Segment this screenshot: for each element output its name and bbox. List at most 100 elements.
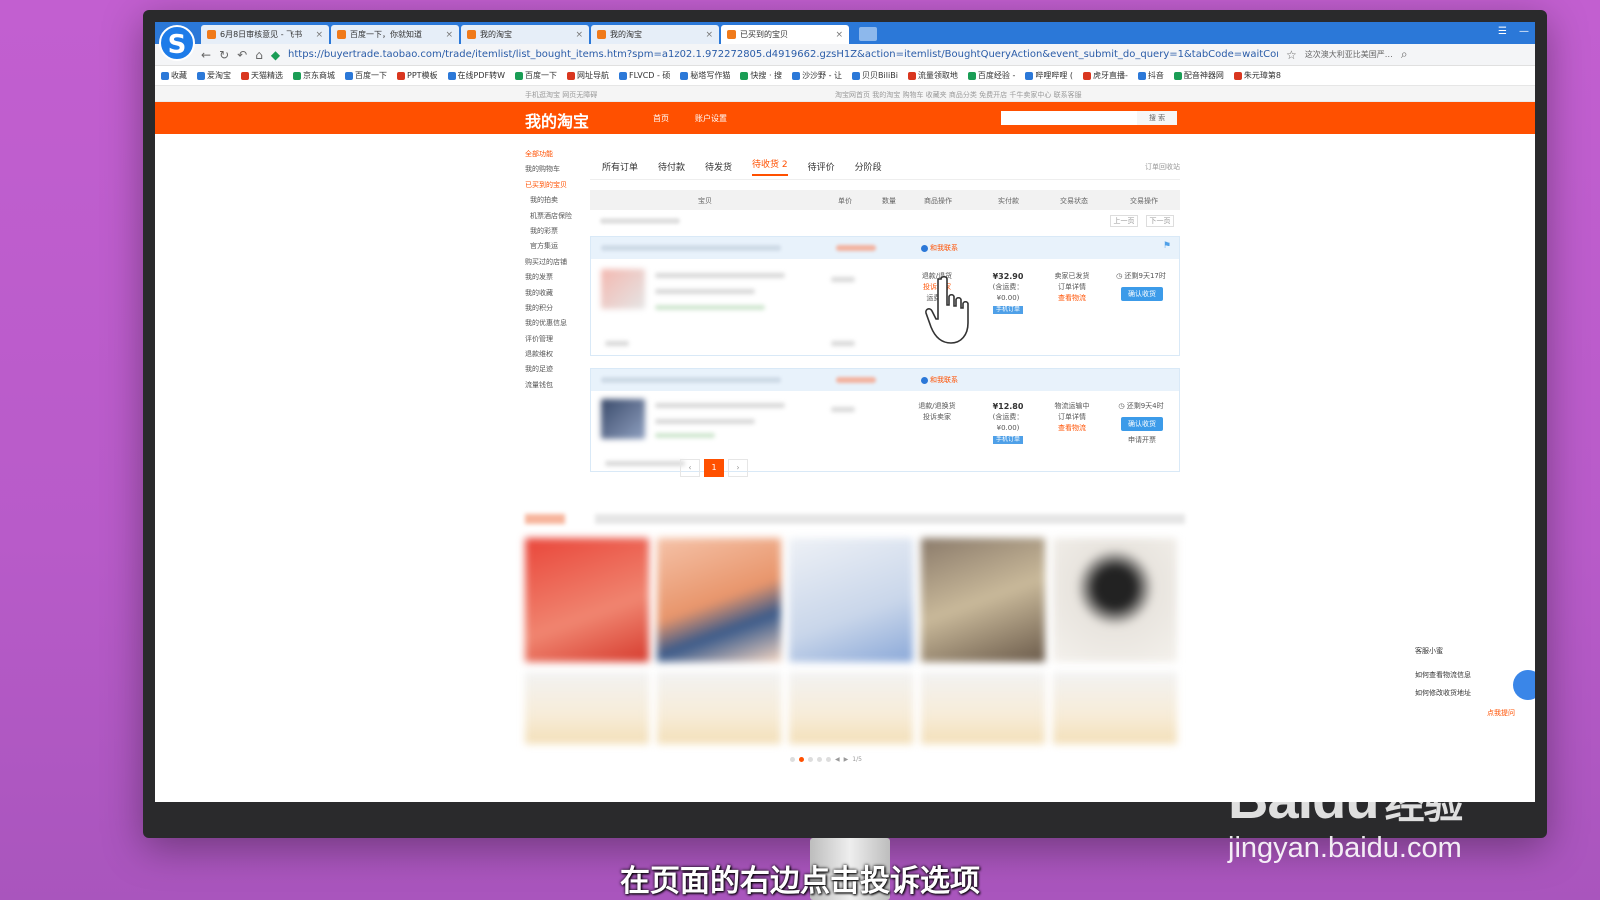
rec-product-image[interactable]: [921, 538, 1045, 662]
carousel-dot[interactable]: [808, 757, 813, 762]
rec-meta[interactable]: [789, 672, 913, 744]
cs-question[interactable]: 如何修改收货地址: [1415, 688, 1515, 698]
contact-seller-link[interactable]: 和我联系: [921, 243, 958, 253]
sidebar-item[interactable]: 我的收藏: [525, 288, 585, 303]
product-title-blurred[interactable]: [655, 273, 785, 278]
browser-tab[interactable]: 我的淘宝 ×: [461, 25, 589, 44]
order-tab[interactable]: 待付款: [658, 160, 685, 173]
pager-current[interactable]: 1: [704, 459, 724, 477]
col-status[interactable]: 交易状态: [1060, 196, 1088, 206]
bookmark-item[interactable]: 京东商城: [293, 70, 335, 81]
sidebar-item[interactable]: 我的足迹: [525, 364, 585, 379]
bookmark-item[interactable]: 沙沙野 - 让: [792, 70, 842, 81]
complain-seller-link[interactable]: 投诉卖家: [909, 412, 965, 423]
bulk-select-blurred[interactable]: [600, 218, 680, 224]
customer-service-badge-icon[interactable]: [1513, 670, 1535, 700]
sidebar-item[interactable]: 我的积分: [525, 303, 585, 318]
rec-product-image[interactable]: [525, 538, 649, 662]
order-tab[interactable]: 分阶段: [855, 160, 882, 173]
bookmark-item[interactable]: 爱淘宝: [197, 70, 231, 81]
bookmark-item[interactable]: 虎牙直播-: [1083, 70, 1128, 81]
browser-tab[interactable]: 我的淘宝 ×: [591, 25, 719, 44]
next-page-button[interactable]: 下一页: [1146, 215, 1174, 227]
sidebar-item[interactable]: 官方集运: [525, 241, 585, 256]
contact-seller-link[interactable]: 和我联系: [921, 375, 958, 385]
new-tab-button[interactable]: [859, 27, 877, 41]
bookmark-item[interactable]: 抖音: [1137, 70, 1164, 81]
confirm-receipt-button[interactable]: 确认收货: [1121, 287, 1163, 301]
rec-product-image[interactable]: [789, 538, 913, 662]
rec-meta[interactable]: [525, 672, 649, 744]
browser-tab[interactable]: 6月8日审核意见 - 飞书 ×: [201, 25, 329, 44]
view-logistics-link[interactable]: 查看物流: [1047, 293, 1097, 304]
bookmark-item[interactable]: 百度一下: [515, 70, 557, 81]
order-detail-link[interactable]: 订单详情: [1047, 282, 1097, 293]
cs-ask-link[interactable]: 点我提问: [1415, 708, 1515, 718]
topnav-left-links[interactable]: 手机逛淘宝 网页无障碍: [525, 90, 597, 100]
bookmark-item[interactable]: PPT模板: [397, 70, 438, 81]
bookmark-item[interactable]: 快搜 · 搜: [740, 70, 782, 81]
rec-product-image[interactable]: [657, 538, 781, 662]
search-input[interactable]: [1001, 111, 1137, 125]
search-button[interactable]: 搜 索: [1137, 111, 1177, 125]
bookmark-item[interactable]: 百度经验 -: [967, 70, 1015, 81]
sidebar-item[interactable]: 我的拍卖: [525, 195, 585, 210]
sidebar-item[interactable]: 我的购物车: [525, 164, 585, 179]
browser-tab-active[interactable]: 已买到的宝贝 ×: [721, 25, 849, 44]
bookmark-item[interactable]: 在线PDF转W: [447, 70, 505, 81]
sidebar-item[interactable]: 流量钱包: [525, 380, 585, 395]
request-invoice-link[interactable]: 申请开票: [1121, 435, 1163, 446]
order-tab[interactable]: 待发货: [705, 160, 732, 173]
undo-icon[interactable]: ↶: [237, 48, 247, 62]
sidebar-item[interactable]: 我的发票: [525, 272, 585, 287]
minimize-icon[interactable]: —: [1519, 26, 1529, 37]
sidebar-item[interactable]: 全部功能: [525, 149, 585, 164]
product-title-blurred[interactable]: [655, 403, 785, 408]
shop-name-blurred[interactable]: [836, 377, 876, 383]
recycle-bin-link[interactable]: 订单回收站: [1145, 162, 1180, 172]
order-tab[interactable]: 待评价: [808, 160, 835, 173]
sidebar-item[interactable]: 已买到的宝贝: [525, 180, 585, 195]
carousel-prev-icon[interactable]: ◀: [835, 756, 840, 763]
sidebar-item[interactable]: 购买过的店铺: [525, 257, 585, 272]
carousel-dot[interactable]: [817, 757, 822, 762]
home-icon[interactable]: ⌂: [255, 48, 263, 62]
back-icon[interactable]: ←: [201, 48, 211, 62]
url-field[interactable]: https://buyertrade.taobao.com/trade/item…: [288, 49, 1278, 60]
rec-meta[interactable]: [1053, 672, 1177, 744]
star-icon[interactable]: ☆: [1286, 48, 1297, 62]
cs-title[interactable]: 客服小蜜: [1415, 646, 1515, 656]
close-icon[interactable]: ×: [835, 30, 843, 40]
shop-name-blurred[interactable]: [836, 245, 876, 251]
view-logistics-link[interactable]: 查看物流: [1047, 423, 1097, 434]
sogou-browser-logo-icon[interactable]: S: [159, 25, 195, 61]
nav-account-settings[interactable]: 账户设置: [695, 113, 727, 124]
order-detail-link[interactable]: 订单详情: [1047, 412, 1097, 423]
bookmark-item[interactable]: 配音神器网: [1173, 70, 1224, 81]
sidebar-item[interactable]: 退款维权: [525, 349, 585, 364]
carousel-dot[interactable]: [826, 757, 831, 762]
bookmark-item[interactable]: 网址导航: [567, 70, 609, 81]
pager-prev[interactable]: ‹: [680, 459, 700, 477]
pager-next[interactable]: ›: [728, 459, 748, 477]
sidebar-item[interactable]: 我的优惠信息: [525, 318, 585, 333]
my-taobao-logo[interactable]: 我的淘宝: [525, 108, 589, 132]
nav-home[interactable]: 首页: [653, 113, 669, 124]
sidebar-item[interactable]: 机票酒店保险: [525, 211, 585, 226]
bookmark-item[interactable]: 哔哩哔哩 (: [1025, 70, 1073, 81]
sidebar-item[interactable]: 评价管理: [525, 334, 585, 349]
bookmark-item[interactable]: 贝贝BiliBi: [852, 70, 898, 81]
carousel-dot[interactable]: [790, 757, 795, 762]
order-tab[interactable]: 所有订单: [602, 160, 638, 173]
bookmark-item[interactable]: 流量领取地: [907, 70, 958, 81]
sidebar-item[interactable]: 我的彩票: [525, 226, 585, 241]
confirm-receipt-button[interactable]: 确认收货: [1121, 417, 1163, 431]
rec-meta[interactable]: [921, 672, 1045, 744]
close-icon[interactable]: ×: [705, 30, 713, 40]
bookmark-item[interactable]: 天猫精选: [241, 70, 283, 81]
refund-link[interactable]: 退款/退换货: [909, 401, 965, 412]
topnav-right-links[interactable]: 淘宝网首页 我的淘宝 购物车 收藏夹 商品分类 免费开店 千牛卖家中心 联系客服: [835, 90, 1082, 100]
bookmark-item[interactable]: 收藏: [161, 70, 187, 81]
bookmark-item[interactable]: 朱元璋第8: [1233, 70, 1281, 81]
reload-icon[interactable]: ↻: [219, 48, 229, 62]
